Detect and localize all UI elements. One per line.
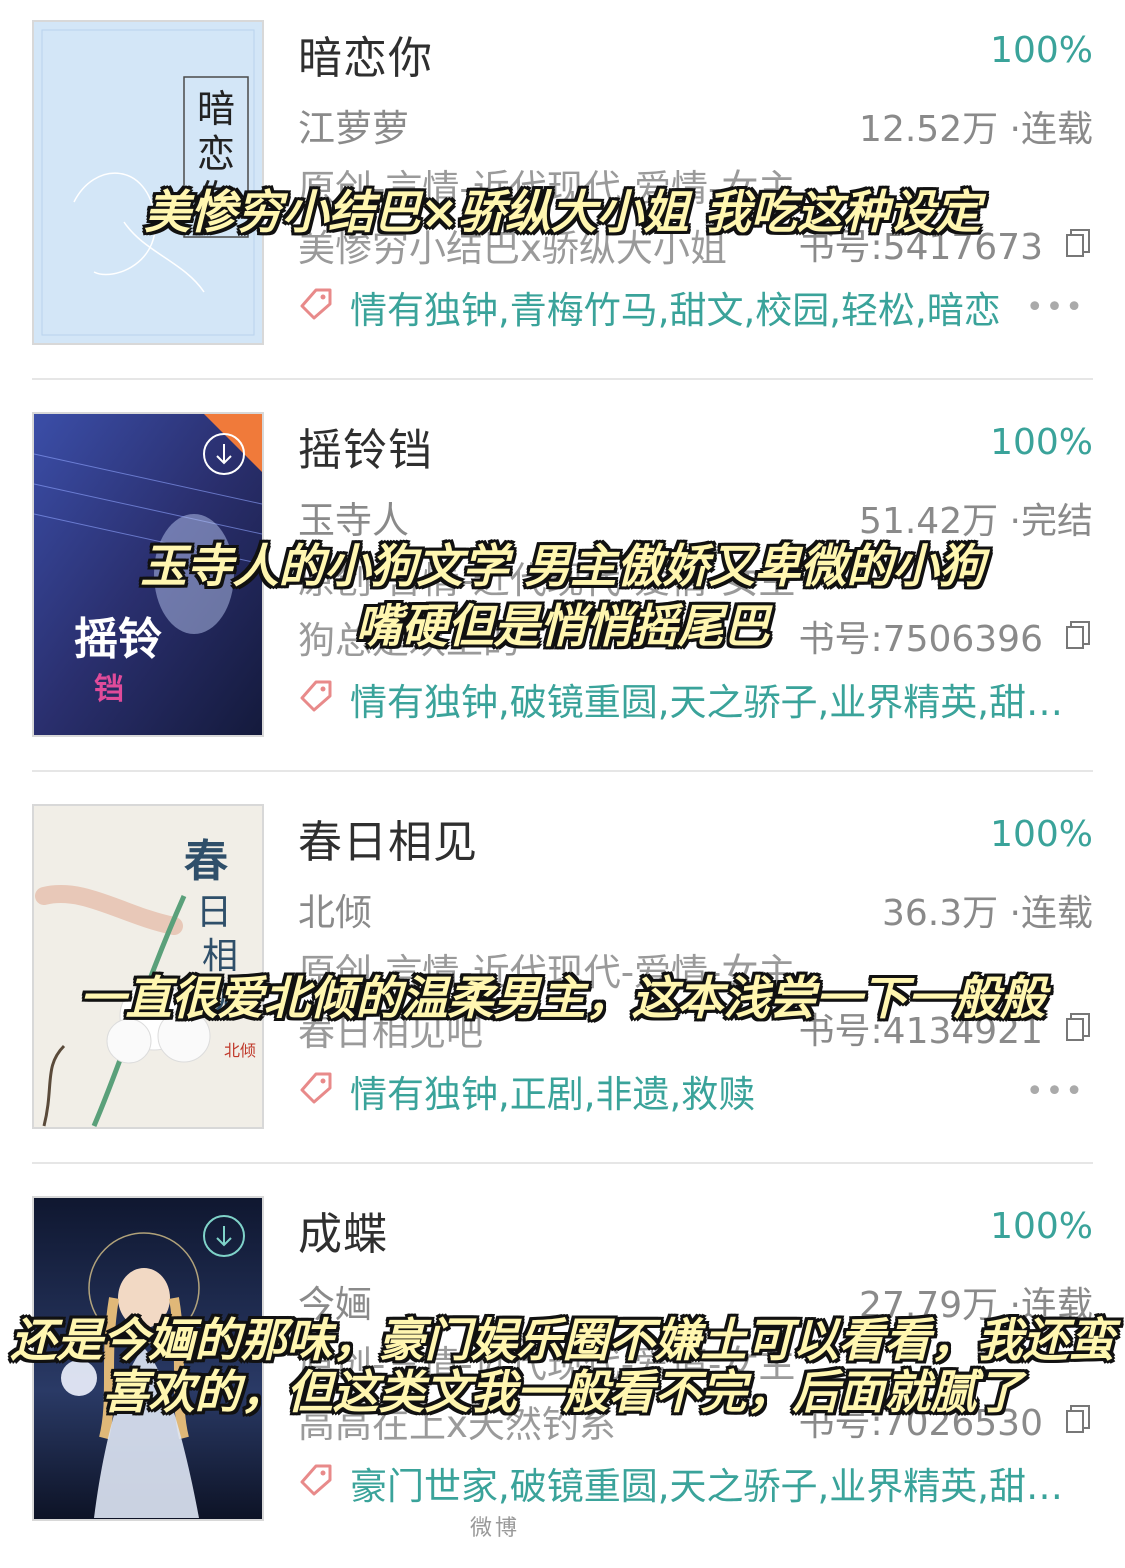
book-tags[interactable]: 情有独钟,破镜重圆,天之骄子,业界精英,甜文... bbox=[350, 672, 1070, 726]
book-title[interactable]: 成蝶 bbox=[298, 1198, 388, 1262]
overlay-caption: 玉寺人的小狗文学 男主傲娇又卑微的小狗 bbox=[140, 539, 985, 593]
tag-icon bbox=[300, 680, 332, 712]
svg-text:铛: 铛 bbox=[94, 672, 124, 707]
word-count-status: 36.3万 ·连载 bbox=[881, 893, 1093, 934]
tag-icon bbox=[300, 1464, 332, 1496]
svg-text:恋: 恋 bbox=[197, 132, 235, 176]
book-title[interactable]: 摇铃铛 bbox=[298, 414, 433, 478]
divider bbox=[32, 378, 1093, 380]
word-count-status: 12.52万 ·连载 bbox=[859, 109, 1093, 150]
book-tags[interactable]: 情有独钟,正剧,非遗,救赎 bbox=[350, 1064, 1070, 1118]
progress-percent: 100% bbox=[990, 1206, 1093, 1247]
svg-text:北倾: 北倾 bbox=[224, 1041, 256, 1060]
more-options[interactable]: ••• bbox=[1026, 1074, 1085, 1109]
book-tags[interactable]: 豪门世家,破镜重圆,天之骄子,业界精英,甜文,... bbox=[350, 1456, 1070, 1510]
book-author[interactable]: 江萝萝 bbox=[298, 98, 409, 152]
overlay-caption: 还是今婳的那味，豪门娱乐圈不嫌土可以看看，我还蛮 bbox=[10, 1313, 1115, 1367]
tag-icon bbox=[300, 288, 332, 320]
divider bbox=[32, 1162, 1093, 1164]
book-title[interactable]: 暗恋你 bbox=[298, 22, 433, 86]
more-options[interactable]: ••• bbox=[1026, 290, 1085, 325]
tag-icon bbox=[300, 1072, 332, 1104]
book-author[interactable]: 北倾 bbox=[298, 882, 372, 936]
divider bbox=[32, 770, 1093, 772]
progress-percent: 100% bbox=[990, 422, 1093, 463]
watermark: 微博 bbox=[470, 1516, 521, 1541]
overlay-caption: 美惨穷小结巴×骄纵大小姐 我吃这种设定 bbox=[144, 185, 981, 239]
overlay-caption: 嘴硬但是悄悄摇尾巴 bbox=[355, 599, 770, 653]
svg-text:日: 日 bbox=[196, 892, 232, 933]
overlay-caption: 一直很爱北倾的温柔男主，这本浅尝一下一般般 bbox=[79, 971, 1046, 1025]
progress-percent: 100% bbox=[990, 30, 1093, 71]
progress-percent: 100% bbox=[990, 814, 1093, 855]
overlay-caption: 喜欢的，但这类文我一般看不完，后面就腻了 bbox=[102, 1365, 1023, 1419]
book-title[interactable]: 春日相见 bbox=[298, 806, 478, 870]
svg-text:春: 春 bbox=[184, 836, 228, 887]
book-tags[interactable]: 情有独钟,青梅竹马,甜文,校园,轻松,暗恋 bbox=[350, 280, 1070, 334]
book-cover[interactable]: 春 日 相 见 北倾 bbox=[32, 804, 264, 1129]
cover-title-char: 暗 bbox=[197, 87, 235, 131]
